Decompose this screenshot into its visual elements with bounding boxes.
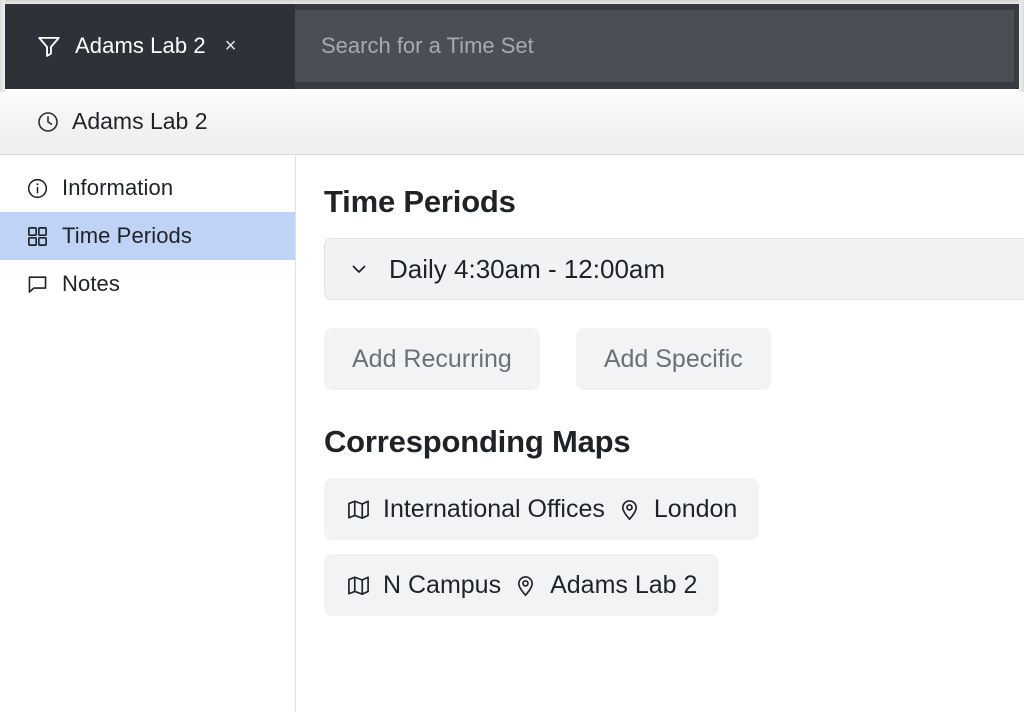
clock-icon [36, 110, 60, 134]
page-title: Time Periods [324, 184, 516, 219]
close-icon[interactable]: × [225, 36, 237, 56]
chevron-down-icon[interactable] [347, 257, 371, 281]
grid-icon [26, 225, 50, 248]
map-icon [346, 573, 371, 598]
time-period-row[interactable]: Daily 4:30am - 12:00am [324, 238, 1024, 300]
map-name: N Campus [383, 570, 502, 599]
add-specific-button[interactable]: Add Specific [575, 328, 771, 390]
tab-label: Adams Lab 2 [75, 33, 206, 58]
sidebar-item-label: Notes [62, 271, 120, 296]
breadcrumb: Adams Lab 2 [0, 89, 1024, 155]
sidebar: Information Time Periods Notes [0, 156, 296, 712]
main-content: Time Periods Daily 4:30am - 12:00am Add … [296, 156, 1024, 712]
map-place: Adams Lab 2 [550, 570, 698, 599]
time-period-label: Daily 4:30am - 12:00am [389, 253, 666, 284]
window-edge-left [0, 0, 5, 92]
sidebar-item-time-periods[interactable]: Time Periods [0, 212, 295, 260]
search-area [295, 3, 1024, 89]
info-circle-icon [26, 177, 50, 200]
speech-bubble-icon [26, 273, 50, 296]
filter-icon [36, 33, 62, 59]
map-row[interactable]: International Offices London [324, 478, 760, 540]
window-edge-top [0, 0, 1024, 4]
location-pin-icon [617, 497, 642, 522]
sidebar-item-notes[interactable]: Notes [0, 260, 295, 308]
corresponding-maps-title: Corresponding Maps [324, 424, 631, 459]
time-period-actions: Add Recurring Add Specific [324, 328, 1024, 390]
map-name: International Offices [383, 494, 605, 523]
app-window: Adams Lab 2 × Adams Lab 2 [0, 0, 1024, 712]
sidebar-item-label: Information [62, 175, 174, 200]
window-edge-right [1019, 0, 1024, 92]
tab-adams-lab-2[interactable]: Adams Lab 2 × [0, 3, 295, 89]
sidebar-item-label: Time Periods [62, 223, 192, 248]
top-bar: Adams Lab 2 × [0, 3, 1024, 89]
location-pin-icon [513, 573, 538, 598]
sidebar-item-information[interactable]: Information [0, 164, 295, 212]
map-icon [346, 497, 371, 522]
corresponding-maps-list: International Offices London N Campus Ad… [324, 478, 1024, 630]
body-area: Information Time Periods Notes Time Peri… [0, 156, 1024, 712]
map-row[interactable]: N Campus Adams Lab 2 [324, 554, 720, 616]
search-input[interactable] [295, 10, 1014, 82]
breadcrumb-label: Adams Lab 2 [72, 108, 208, 134]
map-place: London [653, 494, 738, 523]
add-recurring-button[interactable]: Add Recurring [324, 328, 540, 390]
